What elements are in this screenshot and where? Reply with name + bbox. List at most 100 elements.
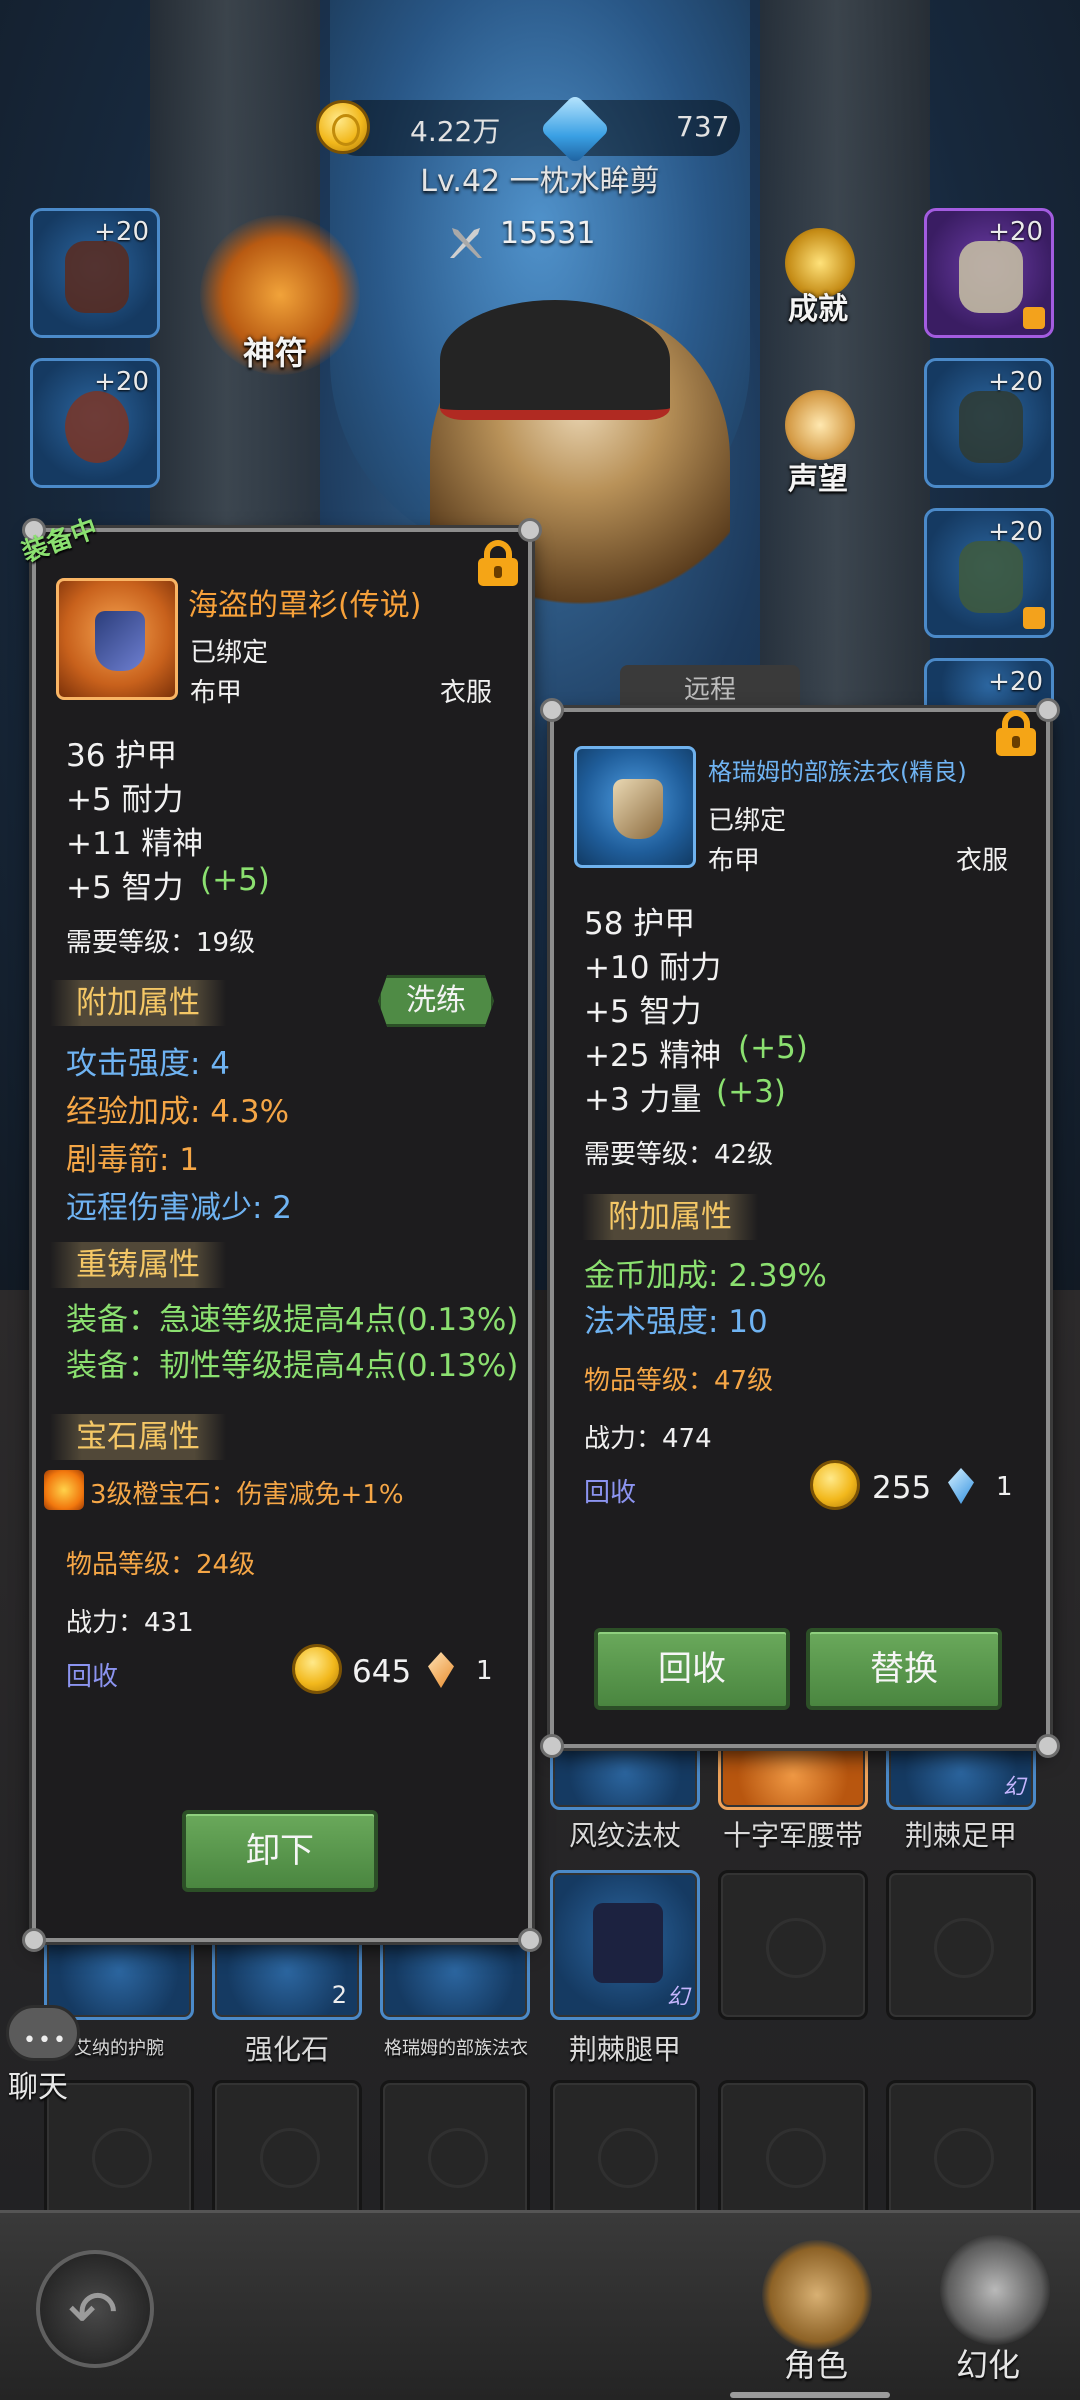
bag-empty-slot[interactable] — [212, 2080, 362, 2230]
reputation-label[interactable]: 声望 — [788, 454, 848, 498]
bound-status: 已绑定 — [708, 806, 787, 836]
stat-intellect: +5 智力 — [584, 994, 702, 1030]
reroll-button[interactable]: 洗练 — [378, 975, 494, 1027]
item-icon-grimm-robe — [574, 746, 696, 868]
gold-coin-icon — [292, 1644, 342, 1694]
bag-item-robe[interactable] — [380, 1930, 530, 2020]
stat-spirit: +11 精神 — [66, 826, 204, 862]
diamond-amount: 737 — [676, 110, 730, 143]
gold-amount: 4.22万 — [410, 115, 501, 148]
item-power: 战力：431 — [66, 1608, 194, 1638]
stat-intellect: +5 智力 — [66, 870, 184, 906]
bag-label-boots: 荆棘足甲 — [904, 1819, 1017, 1852]
unlock-icon[interactable] — [478, 540, 518, 586]
hero-pirate-hat — [440, 300, 670, 420]
stat-armor: 36 护甲 — [66, 738, 178, 774]
extra-attr-title: 附加属性 — [50, 980, 226, 1026]
nav-role[interactable]: 角色 — [784, 2340, 848, 2386]
bag-label-enhance-stone: 强化石 — [244, 2033, 329, 2066]
role-helmet-icon[interactable] — [762, 2240, 872, 2350]
recycle-gold-amount: 645 — [352, 1654, 412, 1690]
gem-attr-title: 宝石属性 — [50, 1414, 226, 1460]
equip-slot-type: 衣服 — [956, 846, 1009, 876]
reputation-icon[interactable] — [785, 390, 855, 460]
bag-item-bracer[interactable] — [44, 1930, 194, 2020]
gem-attr: 3级橙宝石：伤害减免+1% — [90, 1480, 404, 1510]
item-level: 物品等级：24级 — [66, 1550, 256, 1580]
bag-empty-slot[interactable] — [550, 2080, 700, 2230]
reforge-title: 重铸属性 — [50, 1242, 226, 1288]
back-arrow-icon: ↶ — [68, 2278, 119, 2348]
shirt-icon — [95, 611, 145, 671]
enhance-level: +20 — [94, 367, 149, 397]
armor-material: 布甲 — [708, 846, 761, 876]
stat-intellect-bonus: (+5) — [200, 862, 270, 898]
equip-slot-legs[interactable]: +20 — [924, 358, 1054, 488]
bag-label-leggings: 荆棘腿甲 — [568, 2033, 681, 2066]
panel-corner — [540, 698, 564, 722]
bag-empty-slot[interactable] — [886, 2080, 1036, 2230]
unequip-button[interactable]: 卸下 — [182, 1810, 378, 1892]
bag-item-leggings[interactable]: 幻 — [550, 1870, 700, 2020]
required-level: 需要等级：42级 — [584, 1140, 774, 1170]
recycle-label: 回收 — [584, 1478, 637, 1508]
bag-empty-slot[interactable] — [380, 2080, 530, 2230]
panel-corner — [22, 1928, 46, 1952]
bound-status: 已绑定 — [190, 638, 269, 668]
bag-empty-slot[interactable] — [718, 1870, 868, 2020]
attr-exp-bonus: 经验加成: 4.3% — [66, 1094, 290, 1130]
illusion-mark: 幻 — [1002, 1775, 1025, 1800]
nav-illusion[interactable]: 幻化 — [956, 2340, 1020, 2386]
equip-slot-shoulder[interactable]: +20 — [924, 208, 1054, 338]
enhance-level: +20 — [94, 217, 149, 247]
reforge-attr-clip: 装备：急速等级提高4点(0.13%) 装备：韧性等级提高4点(0.13%) — [60, 1290, 526, 1390]
equip-slot-feet[interactable]: +20 — [924, 508, 1054, 638]
bag-item-boots[interactable]: 幻 — [886, 1740, 1036, 1810]
bag-item-belt[interactable] — [718, 1740, 868, 1810]
attr-attack-power: 攻击强度: 4 — [66, 1046, 231, 1082]
unlock-icon[interactable] — [996, 710, 1036, 756]
recycle-button[interactable]: 回收 — [594, 1628, 790, 1710]
combat-power: 15531 — [500, 216, 596, 251]
back-button[interactable]: ↶ — [36, 2250, 154, 2368]
chat-button[interactable]: ••• — [6, 2005, 80, 2061]
equip-slot-neck[interactable]: +20 — [30, 358, 160, 488]
replace-button[interactable]: 替换 — [806, 1628, 1002, 1710]
panel-corner — [540, 1734, 564, 1758]
bag-empty-slot[interactable] — [886, 1870, 1036, 2020]
recycle-label: 回收 — [66, 1662, 119, 1692]
leggings-icon — [593, 1903, 663, 1983]
chat-label[interactable]: 聊天 — [8, 2062, 68, 2106]
extra-attr-title: 附加属性 — [582, 1194, 758, 1240]
pants-icon — [959, 391, 1023, 463]
crossed-swords-icon — [450, 228, 482, 258]
achievement-label[interactable]: 成就 — [788, 284, 848, 328]
home-indicator — [730, 2392, 890, 2398]
attr-spell-power: 法术强度: 10 — [584, 1304, 768, 1340]
reforge-haste: 装备：急速等级提高4点(0.13%) — [66, 1302, 519, 1338]
item-name: 海盗的罩衫(传说) — [188, 588, 422, 623]
illusion-helmet-icon[interactable] — [940, 2235, 1050, 2345]
enhance-level: +20 — [988, 367, 1043, 397]
bag-item-staff[interactable] — [550, 1740, 700, 1810]
panel-corner — [1036, 698, 1060, 722]
stat-spirit-bonus: (+5) — [738, 1030, 808, 1066]
helmet-icon — [65, 241, 129, 313]
recycle-shard-amount: 1 — [476, 1656, 493, 1686]
boots-icon — [959, 541, 1023, 613]
attr-gold-bonus: 金币加成: 2.39% — [584, 1258, 827, 1294]
recycle-shard-amount: 1 — [996, 1472, 1013, 1502]
attr-poison-arrow: 剧毒箭: 1 — [66, 1142, 200, 1178]
equip-slot-type: 衣服 — [440, 678, 493, 708]
attr-ranged-damage-reduce: 远程伤害减少: 2 — [66, 1190, 293, 1226]
equip-slot-head[interactable]: +20 — [30, 208, 160, 338]
stat-strength-bonus: (+3) — [716, 1074, 786, 1110]
gold-coin-icon — [316, 100, 370, 154]
gold-coin-icon — [810, 1460, 860, 1510]
reforge-resilience: 装备：韧性等级提高4点(0.13%) — [66, 1348, 519, 1384]
panel-corner — [1036, 1734, 1060, 1758]
item-icon-pirate-shirt — [56, 578, 178, 700]
bag-item-enhance-stone[interactable]: 2 — [212, 1930, 362, 2020]
item-level: 物品等级：47级 — [584, 1366, 774, 1396]
bag-empty-slot[interactable] — [718, 2080, 868, 2230]
